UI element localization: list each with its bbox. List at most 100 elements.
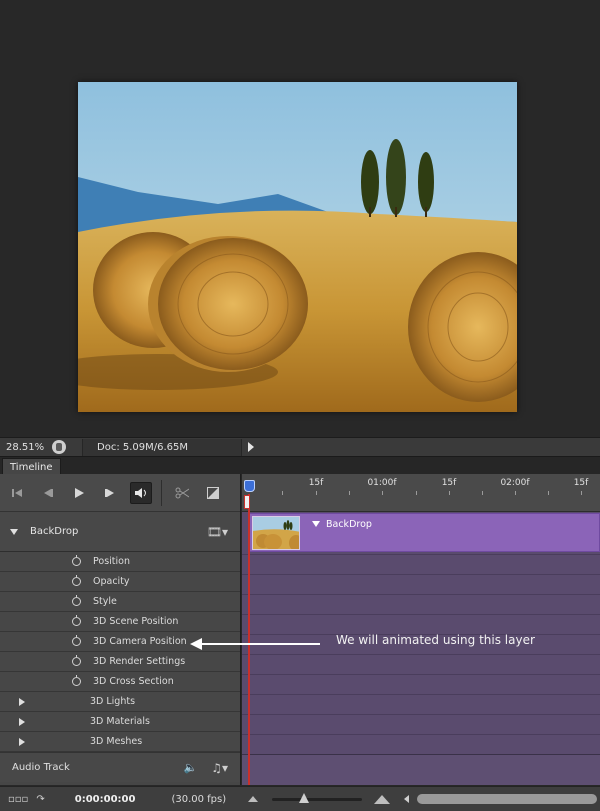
expand-triangle-icon[interactable] (19, 717, 25, 726)
time-ruler[interactable]: 15f 01:00f 15f 02:00f 15f (242, 474, 600, 512)
collapse-triangle-icon[interactable] (10, 528, 18, 535)
clip-options-triangle-icon[interactable] (312, 521, 320, 527)
expand-triangle-icon[interactable] (19, 737, 25, 746)
property-label: 3D Render Settings (93, 656, 186, 667)
annotation-arrow-head (190, 638, 202, 650)
ruler-tick (581, 491, 582, 495)
property-lanes[interactable] (242, 554, 600, 754)
ruler-tick (482, 491, 483, 495)
audio-track-header[interactable]: Audio Track 🔈 ♫▾ (0, 752, 240, 782)
timeline-zoom-slider[interactable] (272, 792, 363, 803)
ruler-tick (416, 491, 417, 495)
audio-track-label: Audio Track (12, 762, 70, 773)
property-label: Position (93, 556, 130, 567)
proof-icon[interactable] (52, 440, 66, 454)
play-button[interactable] (68, 482, 90, 504)
work-area-start-marker[interactable] (244, 495, 250, 509)
stopwatch-icon[interactable] (72, 635, 81, 646)
music-note-icon[interactable]: ♫▾ (211, 761, 228, 775)
stopwatch-icon[interactable] (72, 615, 81, 626)
frame-rate: (30.00 fps) (171, 793, 227, 805)
annotation-text: We will animated using this layer (336, 633, 535, 647)
previous-frame-button[interactable] (37, 482, 59, 504)
render-video-icon[interactable]: ↷ (36, 794, 44, 805)
group-label: 3D Meshes (90, 736, 143, 747)
lane-divider (242, 734, 600, 735)
split-at-playhead-button[interactable] (171, 482, 193, 504)
audio-track-lane[interactable] (242, 754, 600, 785)
property-row[interactable]: Style (0, 592, 240, 612)
lane-divider (242, 594, 600, 595)
layer-property-list: Position Opacity Style 3D Scene Position 3D … (0, 552, 240, 692)
tab-timeline[interactable]: Timeline (2, 458, 61, 475)
group-row[interactable]: 3D Meshes (0, 732, 240, 752)
group-label: 3D Materials (90, 716, 150, 727)
status-menu-arrow-icon[interactable] (248, 442, 254, 452)
zoom-slider-thumb[interactable] (298, 792, 309, 803)
speaker-icon[interactable]: 🔈 (184, 761, 198, 774)
stopwatch-icon[interactable] (72, 675, 81, 686)
next-frame-button[interactable] (99, 482, 121, 504)
property-row[interactable]: Position (0, 552, 240, 572)
stopwatch-icon[interactable] (72, 655, 81, 666)
speaker-icon (135, 487, 146, 498)
ruler-tick (282, 491, 283, 495)
playhead-handle[interactable] (244, 480, 255, 492)
ruler-tick-label: 01:00f (367, 478, 397, 488)
timeline-tracks[interactable]: 15f 01:00f 15f 02:00f 15f BackDrop (242, 474, 600, 785)
layer-name: BackDrop (30, 526, 79, 537)
lane-divider (242, 694, 600, 695)
property-row[interactable]: 3D Scene Position (0, 612, 240, 632)
lane-divider (242, 674, 600, 675)
scroll-left-icon[interactable] (404, 795, 410, 803)
first-frame-icon (12, 488, 22, 497)
toolbar-divider (161, 479, 162, 506)
property-row[interactable]: Opacity (0, 572, 240, 592)
ruler-tick (316, 491, 317, 495)
transition-button[interactable] (202, 482, 224, 504)
current-timecode[interactable]: 0:00:00:00 (75, 794, 136, 805)
lane-divider (242, 574, 600, 575)
film-strip-icon[interactable]: 🎞▾ (207, 525, 228, 539)
clip-thumbnail (252, 516, 300, 550)
frame-animation-icon[interactable]: ▫▫▫ (8, 794, 28, 805)
transport-controls (0, 474, 240, 512)
lane-divider (242, 654, 600, 655)
timeline-bottom-bar: ▫▫▫ ↷ 0:00:00:00 (30.00 fps) (0, 786, 600, 811)
property-row[interactable]: 3D Render Settings (0, 652, 240, 672)
lane-divider (242, 714, 600, 715)
property-label: Style (93, 596, 117, 607)
transition-icon (207, 486, 219, 499)
lane-divider (242, 554, 600, 555)
stopwatch-icon[interactable] (72, 555, 81, 566)
group-row[interactable]: 3D Materials (0, 712, 240, 732)
property-label: 3D Scene Position (93, 616, 179, 627)
layer-clip[interactable]: BackDrop (249, 513, 600, 552)
ruler-tick (382, 491, 383, 495)
property-label: 3D Cross Section (93, 676, 174, 687)
zoom-in-icon[interactable] (374, 794, 391, 804)
property-label: 3D Camera Position (93, 636, 187, 647)
ruler-tick-label: 15f (308, 478, 324, 488)
ruler-tick-label: 15f (573, 478, 589, 488)
property-row[interactable]: 3D Cross Section (0, 672, 240, 692)
document-canvas[interactable] (0, 0, 600, 437)
expand-triangle-icon[interactable] (19, 697, 25, 706)
stopwatch-icon[interactable] (72, 575, 81, 586)
zoom-out-icon[interactable] (248, 796, 259, 802)
lane-divider (242, 614, 600, 615)
mute-audio-button[interactable] (130, 481, 152, 504)
ruler-tick (548, 491, 549, 495)
timeline-layer-list: BackDrop 🎞▾ Position Opacity Style 3D Scene… (0, 474, 241, 785)
ruler-tick (449, 491, 450, 495)
layer-track-header[interactable]: BackDrop 🎞▾ (0, 512, 240, 552)
panel-tab-bar: Timeline (0, 456, 600, 475)
horizontal-scrollbar[interactable] (417, 794, 598, 804)
stopwatch-icon[interactable] (72, 595, 81, 606)
group-row[interactable]: 3D Lights (0, 692, 240, 712)
next-frame-icon (105, 488, 114, 497)
go-to-first-frame-button[interactable] (6, 482, 28, 504)
zoom-level[interactable]: 28.51% (0, 442, 50, 453)
property-row[interactable]: 3D Camera Position (0, 632, 240, 652)
status-bar: 28.51% Doc: 5.09M/6.65M (0, 437, 600, 456)
